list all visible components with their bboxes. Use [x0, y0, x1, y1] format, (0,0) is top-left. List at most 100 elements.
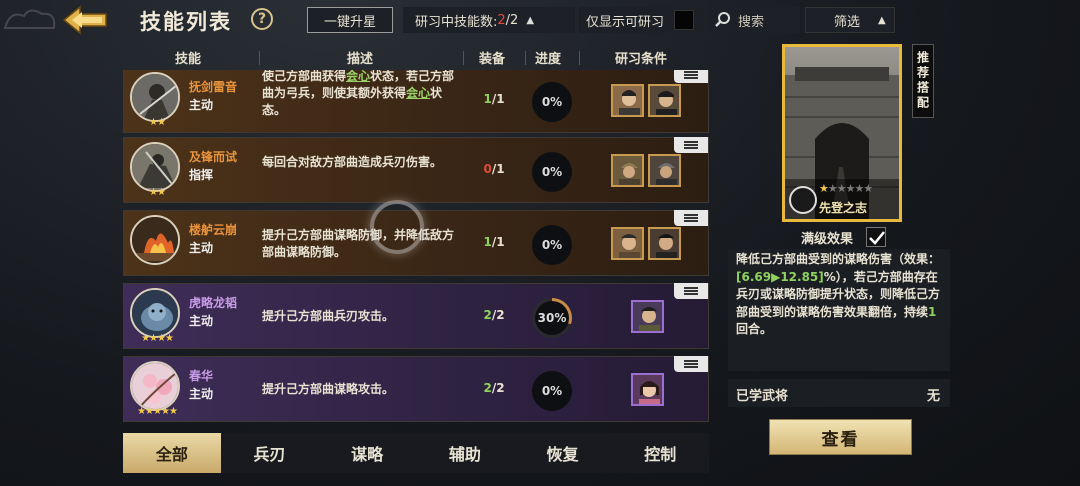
- view-button[interactable]: 查看: [769, 419, 912, 455]
- equip-used: 0: [483, 162, 492, 176]
- divider: [525, 51, 526, 65]
- progress-value: 0%: [541, 384, 563, 398]
- col-equip: 装备: [479, 52, 506, 67]
- keyword-link[interactable]: 会心: [346, 70, 370, 83]
- equip-total: /1: [491, 92, 505, 106]
- tab-support[interactable]: 辅助: [416, 433, 514, 473]
- effect-value: [6.69▶12.85]: [736, 269, 824, 284]
- skill-icon-blossom: [130, 361, 180, 411]
- tab-recovery[interactable]: 恢复: [514, 433, 612, 473]
- col-progress: 进度: [535, 52, 562, 67]
- skill-row[interactable]: ★★ 及锋而试 指挥 每回合对敌方部曲造成兵刃伤害。 0/1 0%: [123, 137, 709, 203]
- general-portrait[interactable]: [648, 227, 681, 260]
- help-icon[interactable]: ?: [251, 8, 273, 30]
- effect-text: 回合。: [736, 322, 773, 336]
- condition-portraits: [611, 84, 681, 117]
- tab-control[interactable]: 控制: [611, 433, 709, 473]
- general-portrait[interactable]: [631, 373, 664, 406]
- list-icon[interactable]: [674, 283, 708, 299]
- equip-used: 1: [483, 235, 492, 249]
- skill-stars: ★★: [149, 187, 166, 198]
- skill-desc: 使己方部曲获得会心状态，若己方部曲为弓兵，则使其额外获得会心状态。: [262, 70, 462, 119]
- progress-value: 0%: [541, 165, 563, 179]
- search-input[interactable]: 搜索: [708, 7, 800, 33]
- tab-all[interactable]: 全部: [123, 433, 221, 473]
- general-portrait[interactable]: [648, 154, 681, 187]
- list-icon[interactable]: [674, 210, 708, 226]
- star-empty: ★★★★★: [827, 182, 873, 195]
- card-skill-name: 先登之志: [819, 201, 868, 215]
- back-button[interactable]: [62, 4, 108, 36]
- back-arrow-icon: [62, 5, 107, 35]
- tab-strategy[interactable]: 谋略: [318, 433, 416, 473]
- star-filled: ★: [819, 182, 829, 195]
- filter-button[interactable]: 筛选 ▲: [805, 7, 895, 33]
- skill-name: 春华: [189, 369, 214, 383]
- progress-value: 0%: [541, 95, 563, 109]
- equip-used: 1: [483, 92, 492, 106]
- researching-current: 2: [497, 12, 506, 28]
- learned-value: 无: [926, 389, 940, 404]
- helmet-icon: [789, 186, 817, 214]
- table-header: 技能 描述 装备 进度 研习条件: [123, 44, 709, 70]
- general-portrait[interactable]: [631, 300, 664, 333]
- progress-ring: 30%: [532, 298, 572, 338]
- skill-list[interactable]: ★★ 抚剑雷音 主动 使己方部曲获得会心状态，若己方部曲为弓兵，则使其额外获得会…: [123, 70, 709, 430]
- progress-ring: 0%: [532, 225, 572, 265]
- filter-label: 筛选: [834, 14, 861, 30]
- only-show-label: 仅显示可研习: [586, 14, 665, 30]
- list-icon[interactable]: [674, 70, 708, 83]
- equip-total: /2: [491, 381, 505, 395]
- skill-stars: ★★★★: [141, 333, 174, 344]
- only-show-researchable-toggle[interactable]: 仅显示可研习: [579, 7, 704, 33]
- learned-generals: 已学武将 无: [728, 379, 950, 407]
- divider: [463, 51, 464, 65]
- equip-count: 2/2: [479, 308, 509, 322]
- effect-description: 降低己方部曲受到的谋略伤害（效果：[6.69▶12.85]%），若己方部曲存在兵…: [728, 249, 950, 371]
- equip-count: 1/1: [479, 92, 509, 106]
- page-title: 技能列表: [140, 10, 232, 34]
- top-bar: 技能列表 ? 一键升星 研习中技能数: 2 /2 ▲ 仅显示可研习 搜索 筛选 …: [0, 0, 1080, 40]
- skill-type: 主动: [189, 314, 214, 328]
- divider: [259, 51, 260, 65]
- skill-desc: 提升己方部曲谋略防御，并降低敌方部曲谋略防御。: [262, 228, 455, 259]
- researching-count[interactable]: 研习中技能数: 2 /2 ▲: [403, 7, 575, 33]
- progress-ring: 0%: [532, 371, 572, 411]
- divider: [579, 51, 580, 65]
- general-portrait[interactable]: [611, 154, 644, 187]
- tab-weapon[interactable]: 兵刃: [221, 433, 319, 473]
- equip-total: /1: [491, 235, 505, 249]
- skill-row[interactable]: ★★★★ 虎略龙韬 主动 提升己方部曲兵刃攻击。 2/2 30%: [123, 283, 709, 349]
- skill-name: 虎略龙韬: [189, 296, 238, 310]
- search-icon: [715, 12, 730, 27]
- skill-desc: 提升己方部曲兵刃攻击。: [262, 309, 395, 323]
- effect-text: 降低己方部曲受到的谋略伤害（效果：: [736, 252, 941, 266]
- progress-value: 30%: [537, 311, 567, 325]
- skill-row[interactable]: ★★ 抚剑雷音 主动 使己方部曲获得会心状态，若己方部曲为弓兵，则使其额外获得会…: [123, 70, 709, 133]
- progress-value: 0%: [541, 238, 563, 252]
- general-portrait[interactable]: [611, 227, 644, 260]
- skill-desc: 每回合对敌方部曲造成兵刃伤害。: [262, 155, 443, 169]
- general-portrait[interactable]: [648, 84, 681, 117]
- touch-indicator: [370, 200, 424, 254]
- max-level-checkbox[interactable]: [866, 227, 886, 247]
- triangle-up-icon: ▲: [878, 14, 886, 26]
- skill-name: 抚剑雷音: [189, 80, 238, 94]
- search-placeholder: 搜索: [738, 14, 765, 30]
- list-icon[interactable]: [674, 356, 708, 372]
- only-show-checkbox[interactable]: [674, 10, 695, 30]
- general-portrait[interactable]: [611, 84, 644, 117]
- cloud-ornament-icon: [3, 9, 56, 29]
- skill-stars: ★★: [149, 117, 166, 128]
- recommend-button[interactable]: 推荐搭配: [912, 44, 934, 118]
- skill-row[interactable]: ★★★★★ 春华 主动 提升己方部曲谋略攻击。 2/2 0%: [123, 356, 709, 422]
- category-tabs: 全部 兵刃 谋略 辅助 恢复 控制: [123, 433, 709, 473]
- upgrade-all-button[interactable]: 一键升星: [307, 7, 393, 33]
- researching-label: 研习中技能数:: [415, 14, 498, 30]
- skill-stars: ★★★★★: [137, 406, 178, 417]
- skill-icon-cavalry: [130, 142, 180, 192]
- list-icon[interactable]: [674, 137, 708, 153]
- triangle-up-icon: ▲: [526, 14, 535, 26]
- researching-total: /2: [505, 12, 519, 28]
- keyword-link[interactable]: 会心: [406, 86, 430, 100]
